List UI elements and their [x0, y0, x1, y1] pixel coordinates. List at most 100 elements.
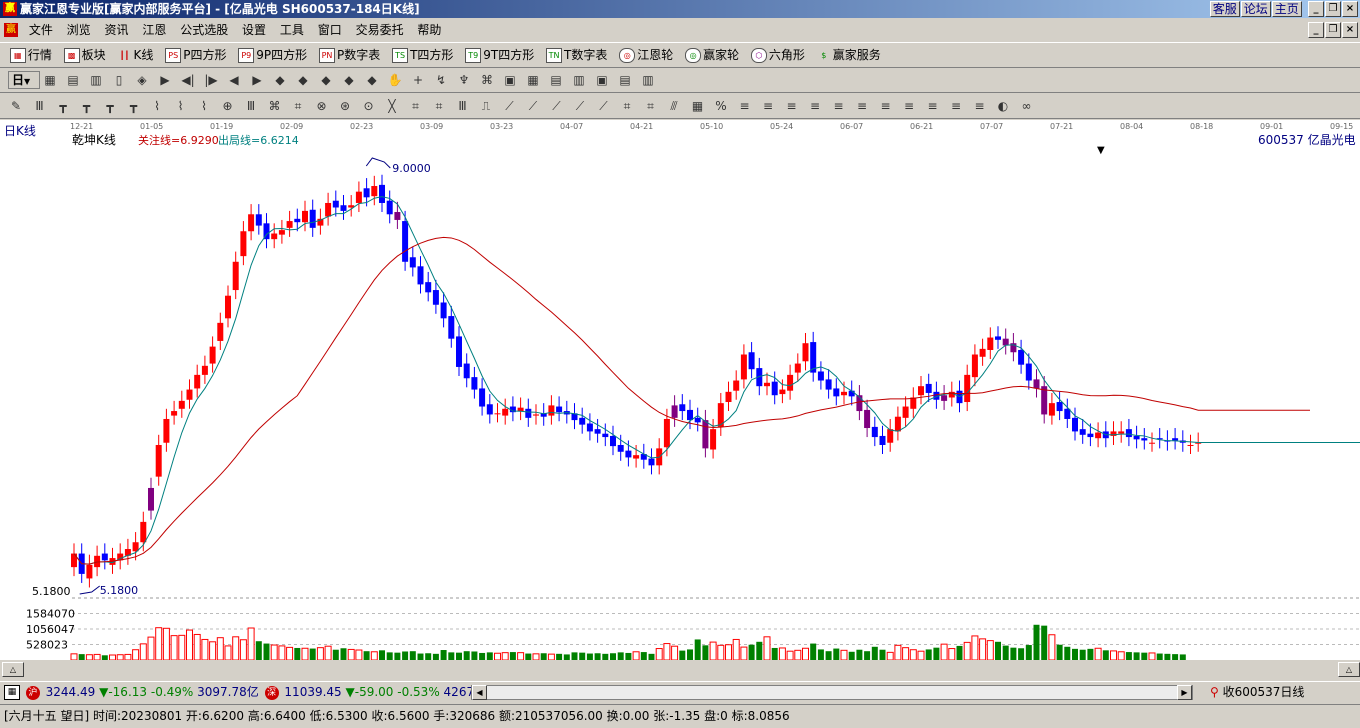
- chart-tool-icon-17[interactable]: ↯: [433, 72, 449, 88]
- drawing-tool-icon-24[interactable]: ⟋: [572, 98, 588, 114]
- chart-tool-icon-16[interactable]: +: [410, 72, 426, 88]
- drawing-tool-icon-7[interactable]: ⌇: [173, 98, 189, 114]
- drawing-tool-icon-21[interactable]: ⟋: [502, 98, 518, 114]
- chart-tool-icon-14[interactable]: ◆: [364, 72, 380, 88]
- drawing-tool-icon-31[interactable]: ≡: [737, 98, 753, 114]
- collapse-right-icon[interactable]: △: [1338, 662, 1360, 677]
- chart-tool-icon-24[interactable]: ▣: [594, 72, 610, 88]
- close-icon[interactable]: ×: [1342, 1, 1358, 17]
- child-restore-icon[interactable]: ❐: [1325, 22, 1341, 38]
- chart-tool-icon-1[interactable]: ▤: [65, 72, 81, 88]
- drawing-tool-icon-27[interactable]: ⌗: [643, 98, 659, 114]
- chart-tool-icon-3[interactable]: ▯: [111, 72, 127, 88]
- drawing-tool-icon-41[interactable]: ≡: [972, 98, 988, 114]
- drawing-tool-icon-12[interactable]: ⌗: [290, 98, 306, 114]
- toolbar-winner-service[interactable]: $ 赢家服务: [817, 43, 881, 67]
- menu-logo-icon[interactable]: 赢: [4, 23, 18, 37]
- drawing-tool-icon-42[interactable]: ◐: [995, 98, 1011, 114]
- drawing-tool-icon-28[interactable]: ⫻: [666, 98, 682, 114]
- collapse-up-icon[interactable]: △: [2, 662, 24, 677]
- toolbar-p-table[interactable]: PN P数字表: [319, 43, 380, 67]
- drawing-tool-icon-3[interactable]: ┳: [79, 98, 95, 114]
- scroll-right-icon[interactable]: ▶: [1177, 685, 1192, 700]
- drawing-tool-icon-33[interactable]: ≡: [784, 98, 800, 114]
- homepage-link[interactable]: 主页: [1271, 1, 1302, 17]
- chart-tool-icon-2[interactable]: ▥: [88, 72, 104, 88]
- drawing-tool-icon-37[interactable]: ≡: [878, 98, 894, 114]
- drawing-tool-icon-40[interactable]: ≡: [948, 98, 964, 114]
- toolbar-9p-square[interactable]: P9 9P四方形: [238, 43, 307, 67]
- chart-tool-icon-19[interactable]: ⌘: [479, 72, 495, 88]
- drawing-tool-icon-18[interactable]: ⌗: [431, 98, 447, 114]
- drawing-tool-icon-14[interactable]: ⊛: [337, 98, 353, 114]
- chart-tool-icon-18[interactable]: ♆: [456, 72, 472, 88]
- period-select[interactable]: 日▼: [8, 71, 40, 89]
- drawing-tool-icon-17[interactable]: ⌗: [408, 98, 424, 114]
- chart-tool-icon-0[interactable]: ▦: [42, 72, 58, 88]
- chart-tool-icon-6[interactable]: ◀|: [180, 72, 196, 88]
- drawing-tool-icon-19[interactable]: Ⅲ: [455, 98, 471, 114]
- chart-tool-icon-21[interactable]: ▦: [525, 72, 541, 88]
- chart-area[interactable]: 12-21 01-05 01-19 02-09 02-23 03-09 03-23 04-07…: [0, 120, 1360, 660]
- drawing-tool-icon-38[interactable]: ≡: [901, 98, 917, 114]
- drawing-tool-icon-10[interactable]: Ⅲ: [243, 98, 259, 114]
- drawing-tool-icon-13[interactable]: ⊗: [314, 98, 330, 114]
- kline-chart[interactable]: 12-21 01-05 01-19 02-09 02-23 03-09 03-23 04-07…: [0, 120, 1360, 660]
- chart-tool-icon-12[interactable]: ◆: [318, 72, 334, 88]
- child-minimize-icon[interactable]: _: [1308, 22, 1324, 38]
- chart-tool-icon-20[interactable]: ▣: [502, 72, 518, 88]
- drawing-tool-icon-23[interactable]: ⟋: [549, 98, 565, 114]
- toolbar-sectors[interactable]: ▩ 板块: [63, 43, 106, 67]
- toolbar-t-table[interactable]: TN T数字表: [546, 43, 607, 67]
- chart-tool-icon-9[interactable]: ▶: [249, 72, 265, 88]
- scroll-left-icon[interactable]: ◀: [472, 685, 487, 700]
- toolbar-kline[interactable]: ┃┃ K线: [118, 43, 154, 67]
- toolbar-t-square[interactable]: TS T四方形: [392, 43, 453, 67]
- drawing-tool-icon-11[interactable]: ⌘: [267, 98, 283, 114]
- chart-tool-icon-22[interactable]: ▤: [548, 72, 564, 88]
- menu-trade[interactable]: 交易委托: [351, 19, 409, 41]
- drawing-tool-icon-30[interactable]: %: [713, 98, 729, 114]
- toolbar-9t-square[interactable]: T9 9T四方形: [465, 43, 534, 67]
- drawing-tool-icon-2[interactable]: ┳: [55, 98, 71, 114]
- chart-tool-icon-11[interactable]: ◆: [295, 72, 311, 88]
- toolbar-p-square[interactable]: PS P四方形: [165, 43, 226, 67]
- minimize-icon[interactable]: _: [1308, 1, 1324, 17]
- chart-tool-icon-25[interactable]: ▤: [617, 72, 633, 88]
- drawing-tool-icon-6[interactable]: ⌇: [149, 98, 165, 114]
- menu-file[interactable]: 文件: [24, 19, 58, 41]
- menu-tools[interactable]: 工具: [275, 19, 309, 41]
- toolbar-quotes[interactable]: ▦ 行情: [9, 43, 52, 67]
- drawing-tool-icon-20[interactable]: ⎍: [478, 98, 494, 114]
- drawing-tool-icon-1[interactable]: Ⅲ: [32, 98, 48, 114]
- menu-gann[interactable]: 江恩: [137, 19, 171, 41]
- drawing-tool-icon-35[interactable]: ≡: [831, 98, 847, 114]
- menu-settings[interactable]: 设置: [237, 19, 271, 41]
- toolbar-gann-wheel[interactable]: ◎ 江恩轮: [619, 43, 673, 67]
- chart-tool-icon-15[interactable]: ✋: [387, 72, 403, 88]
- drawing-tool-icon-22[interactable]: ⟋: [525, 98, 541, 114]
- menu-news[interactable]: 资讯: [100, 19, 134, 41]
- drawing-tool-icon-9[interactable]: ⊕: [220, 98, 236, 114]
- menu-formula[interactable]: 公式选股: [175, 19, 233, 41]
- chart-tool-icon-26[interactable]: ▥: [640, 72, 656, 88]
- drawing-tool-icon-32[interactable]: ≡: [760, 98, 776, 114]
- toolbar-hexagon[interactable]: ⬡ 六角形: [750, 43, 805, 67]
- drawing-tool-icon-16[interactable]: ╳: [384, 98, 400, 114]
- drawing-tool-icon-26[interactable]: ⌗: [619, 98, 635, 114]
- drawing-tool-icon-34[interactable]: ≡: [807, 98, 823, 114]
- drawing-tool-icon-0[interactable]: ✎: [8, 98, 24, 114]
- restore-icon[interactable]: ❐: [1325, 1, 1341, 17]
- menu-window[interactable]: 窗口: [313, 19, 347, 41]
- drawing-tool-icon-25[interactable]: ⟋: [596, 98, 612, 114]
- chart-tool-icon-5[interactable]: ▶: [157, 72, 173, 88]
- child-close-icon[interactable]: ×: [1342, 22, 1358, 38]
- forum-link[interactable]: 论坛: [1240, 1, 1271, 17]
- toolbar-winner-wheel[interactable]: ◎ 赢家轮: [685, 43, 739, 67]
- drawing-tool-icon-8[interactable]: ⌇: [196, 98, 212, 114]
- drawing-tool-icon-36[interactable]: ≡: [854, 98, 870, 114]
- drawing-tool-icon-15[interactable]: ⊙: [361, 98, 377, 114]
- chart-tool-icon-7[interactable]: |▶: [203, 72, 219, 88]
- drawing-tool-icon-39[interactable]: ≡: [925, 98, 941, 114]
- grid-icon[interactable]: ▦: [4, 685, 20, 700]
